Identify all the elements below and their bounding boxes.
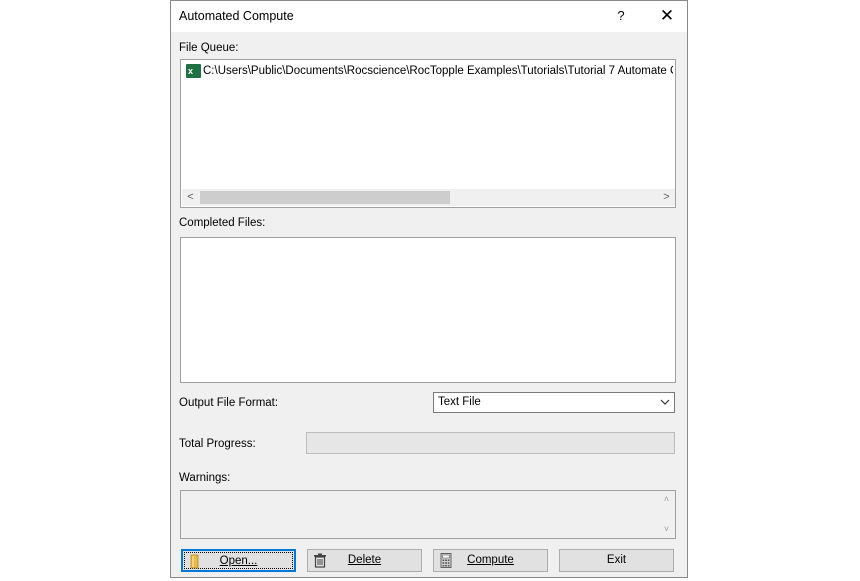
warnings-textarea[interactable]: ˄ ˅ (180, 490, 676, 539)
compute-button-label: Compute (467, 554, 514, 566)
scroll-right-arrow-icon[interactable]: > (658, 189, 675, 206)
completed-files-list[interactable] (180, 237, 676, 383)
scroll-left-arrow-icon[interactable]: < (182, 189, 199, 206)
output-format-select[interactable]: Text File (433, 392, 675, 413)
exit-button-label: Exit (606, 554, 627, 566)
automated-compute-dialog: Automated Compute ? ✕ File Queue: x C:\Us… (170, 0, 688, 578)
close-button[interactable]: ✕ (651, 3, 683, 29)
file-path: C:\Users\Public\Documents\Rocscience\Roc… (203, 65, 673, 77)
total-progress-label: Total Progress: (179, 438, 256, 450)
exit-button[interactable]: Exit (559, 549, 674, 572)
horizontal-scrollbar[interactable]: < > (182, 189, 675, 206)
scroll-up-arrow-icon[interactable]: ˄ (659, 492, 674, 507)
scroll-down-arrow-icon[interactable]: ˅ (659, 522, 674, 537)
compute-button[interactable]: Compute (433, 549, 548, 572)
file-queue-label: File Queue: (179, 42, 239, 54)
open-button-label: Open... (219, 555, 258, 567)
window-title: Automated Compute (179, 9, 294, 23)
title-bar[interactable]: Automated Compute ? ✕ (171, 1, 687, 32)
total-progress-bar (306, 432, 675, 454)
excel-file-icon: x (186, 64, 201, 78)
completed-files-label: Completed Files: (179, 217, 266, 229)
warnings-label: Warnings: (179, 472, 231, 484)
scrollbar-thumb[interactable] (200, 191, 450, 204)
delete-button[interactable]: Delete (307, 549, 422, 572)
chevron-down-icon (660, 399, 670, 405)
file-queue-list[interactable]: x C:\Users\Public\Documents\Rocscience\Ro… (180, 59, 676, 208)
list-item[interactable]: x C:\Users\Public\Documents\Rocscience\Ro… (186, 63, 673, 79)
delete-button-label: Delete (347, 554, 382, 566)
help-button[interactable]: ? (607, 3, 635, 29)
open-button[interactable]: Open... (181, 549, 296, 572)
output-format-value: Text File (438, 396, 481, 408)
output-file-format-label: Output File Format: (179, 397, 279, 409)
vertical-scrollbar[interactable]: ˄ ˅ (659, 492, 674, 537)
